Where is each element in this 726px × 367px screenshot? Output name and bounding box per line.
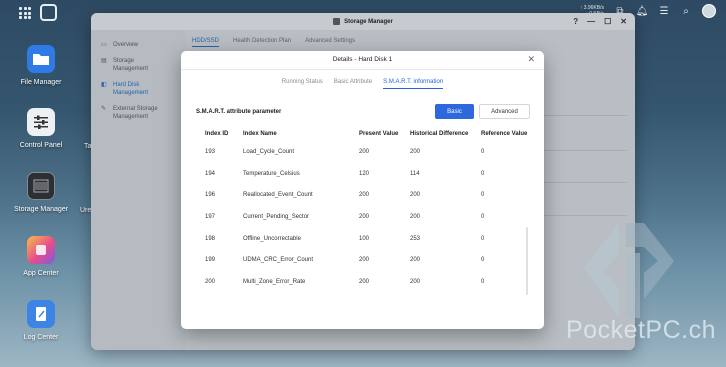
divider bbox=[181, 69, 544, 70]
smart-table: Index ID Index Name Present Value Histor… bbox=[196, 127, 530, 293]
cell-reference-value: 0 bbox=[481, 170, 485, 177]
basic-button[interactable]: Basic bbox=[435, 104, 474, 119]
desktop-icon-label: App Center bbox=[23, 270, 59, 277]
folder-icon bbox=[27, 45, 55, 73]
minimize-icon[interactable]: — bbox=[587, 17, 595, 26]
table-row: 193 Load_Cycle_Count 200 200 0 bbox=[196, 141, 530, 163]
sliders-icon bbox=[27, 108, 55, 136]
tab-basic-attribute[interactable]: Basic Attribute bbox=[334, 79, 372, 89]
cell-reference-value: 0 bbox=[481, 257, 485, 264]
apps-grid-icon[interactable] bbox=[19, 7, 31, 19]
help-icon[interactable]: ? bbox=[573, 17, 578, 26]
cell-index-name: Load_Cycle_Count bbox=[243, 148, 295, 155]
cell-index-id: 199 bbox=[205, 257, 216, 264]
search-icon[interactable]: ⌕ bbox=[680, 5, 692, 17]
window-controls: ? — ☐ ✕ bbox=[573, 17, 627, 26]
section-title: S.M.A.R.T. attribute parameter bbox=[196, 109, 282, 115]
column-header: Present Value bbox=[359, 131, 399, 137]
cell-historical-difference: 200 bbox=[410, 213, 421, 220]
cell-present-value: 200 bbox=[359, 213, 370, 220]
tab-running-status[interactable]: Running Status bbox=[282, 79, 323, 89]
menu-icon[interactable]: ☰ bbox=[658, 5, 670, 17]
cell-index-id: 193 bbox=[205, 148, 216, 155]
table-row: 194 Temperature_Celsius 120 114 0 bbox=[196, 163, 530, 185]
cell-reference-value: 0 bbox=[481, 148, 485, 155]
cell-index-name: Temperature_Celsius bbox=[243, 170, 300, 177]
watermark-logo bbox=[584, 223, 674, 318]
cell-historical-difference: 200 bbox=[410, 192, 421, 199]
storage-icon bbox=[27, 172, 55, 200]
window-titlebar[interactable]: Storage Manager ? — ☐ ✕ bbox=[91, 13, 635, 30]
cell-present-value: 100 bbox=[359, 235, 370, 242]
log-icon bbox=[27, 300, 55, 328]
close-icon[interactable]: ✕ bbox=[620, 17, 627, 26]
cell-historical-difference: 253 bbox=[410, 235, 421, 242]
avatar[interactable] bbox=[702, 4, 716, 18]
table-row: 198 Offline_Uncorrectable 100 253 0 bbox=[196, 228, 530, 250]
desktop-icon-control-panel[interactable]: Control Panel bbox=[1, 108, 81, 149]
cell-index-name: Offline_Uncorrectable bbox=[243, 235, 301, 242]
desktop-icon-file-manager[interactable]: File Manager bbox=[1, 45, 81, 86]
cell-index-id: 198 bbox=[205, 235, 216, 242]
bell-icon[interactable]: 🔔︎ bbox=[636, 5, 649, 17]
cell-historical-difference: 200 bbox=[410, 257, 421, 264]
cell-reference-value: 0 bbox=[481, 235, 485, 242]
cell-present-value: 200 bbox=[359, 148, 370, 155]
table-scrollbar[interactable] bbox=[526, 227, 528, 295]
table-row: 200 Multi_Zone_Error_Rate 200 200 0 bbox=[196, 271, 530, 293]
cell-index-name: Multi_Zone_Error_Rate bbox=[243, 278, 306, 285]
desktop-icon-label: Control Panel bbox=[19, 142, 63, 149]
task-window-icon[interactable] bbox=[40, 4, 57, 21]
cell-historical-difference: 200 bbox=[410, 278, 421, 285]
dialog-title: Details - Hard Disk 1 bbox=[332, 56, 393, 63]
desktop-icon-log-center[interactable]: Log Center bbox=[1, 300, 81, 341]
cell-reference-value: 0 bbox=[481, 278, 485, 285]
column-header: Index Name bbox=[243, 131, 277, 137]
cell-present-value: 200 bbox=[359, 278, 370, 285]
desktop-icon-label: Log Center bbox=[23, 334, 59, 341]
cell-index-name: Current_Pending_Sector bbox=[243, 213, 310, 220]
desktop-icon-app-center[interactable]: App Center bbox=[1, 236, 81, 277]
cell-reference-value: 0 bbox=[481, 213, 485, 220]
hard-disk-details-dialog: Details - Hard Disk 1 ✕ Running Status B… bbox=[181, 51, 544, 329]
table-header: Index ID Index Name Present Value Histor… bbox=[196, 127, 530, 141]
desktop-icon-label: Storage Manager bbox=[13, 206, 69, 213]
cell-index-id: 197 bbox=[205, 213, 216, 220]
desktop-icon-storage-manager[interactable]: Storage Manager bbox=[1, 172, 81, 213]
maximize-icon[interactable]: ☐ bbox=[604, 17, 611, 26]
advanced-button[interactable]: Advanced bbox=[479, 104, 530, 119]
column-header: Reference Value bbox=[481, 131, 528, 137]
window-title: Storage Manager bbox=[344, 18, 393, 25]
cell-present-value: 200 bbox=[359, 257, 370, 264]
column-header: Index ID bbox=[205, 131, 229, 137]
cell-historical-difference: 114 bbox=[410, 170, 420, 177]
cell-reference-value: 0 bbox=[481, 192, 485, 199]
table-row: 197 Current_Pending_Sector 200 200 0 bbox=[196, 206, 530, 228]
desktop-partial-label: Ure bbox=[80, 207, 92, 214]
cell-index-id: 194 bbox=[205, 170, 216, 177]
tab-smart-information[interactable]: S.M.A.R.T. information bbox=[383, 79, 444, 89]
table-row: 196 Reallocated_Event_Count 200 200 0 bbox=[196, 184, 530, 206]
cell-index-id: 200 bbox=[205, 278, 216, 285]
cell-present-value: 200 bbox=[359, 192, 370, 199]
dialog-tabs: Running Status Basic Attribute S.M.A.R.T… bbox=[181, 79, 544, 89]
cell-present-value: 120 bbox=[359, 170, 370, 177]
cell-index-name: UDMA_CRC_Error_Count bbox=[243, 257, 314, 264]
cell-historical-difference: 200 bbox=[410, 148, 421, 155]
column-header: Historical Difference bbox=[410, 131, 469, 137]
close-icon[interactable]: ✕ bbox=[527, 54, 535, 65]
desktop-icon-label: File Manager bbox=[20, 79, 62, 86]
cell-index-name: Reallocated_Event_Count bbox=[243, 192, 313, 199]
watermark-text: PocketPC.ch bbox=[566, 316, 717, 344]
app-center-icon bbox=[27, 236, 55, 264]
cell-index-id: 196 bbox=[205, 192, 216, 199]
storage-app-icon bbox=[333, 18, 341, 25]
table-row: 199 UDMA_CRC_Error_Count 200 200 0 bbox=[196, 249, 530, 271]
